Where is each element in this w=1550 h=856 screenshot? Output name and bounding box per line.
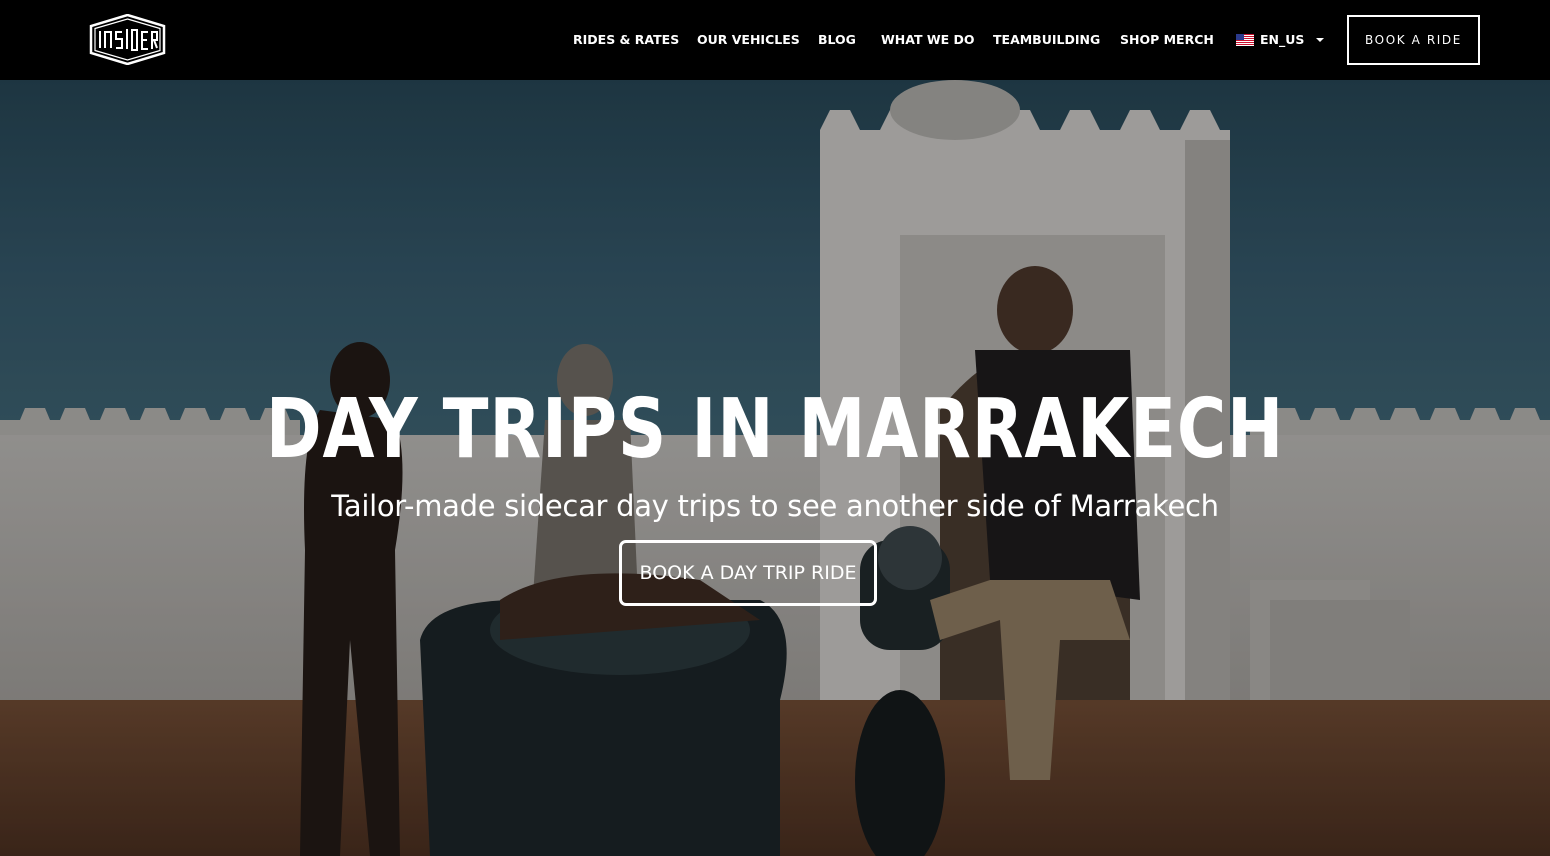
site-header: RIDES & RATES OUR VEHICLES BLOG WHAT WE …: [0, 0, 1550, 80]
nav-what-we-do[interactable]: WHAT WE DO: [881, 32, 975, 48]
hero-section: DAY TRIPS IN MARRAKECH Tailor-made sidec…: [0, 80, 1550, 856]
book-day-trip-button[interactable]: BOOK A DAY TRIP RIDE: [619, 540, 877, 606]
language-label: EN_US: [1260, 32, 1305, 47]
nav-shop-merch[interactable]: SHOP MERCH: [1120, 32, 1214, 48]
nav-rides-rates[interactable]: RIDES & RATES: [573, 32, 679, 48]
nav-blog[interactable]: BLOG: [818, 32, 856, 48]
nav-our-vehicles[interactable]: OUR VEHICLES: [697, 32, 800, 48]
hero-title: DAY TRIPS IN MARRAKECH: [265, 382, 1285, 477]
hero-subtitle: Tailor-made sidecar day trips to see ano…: [331, 489, 1219, 523]
book-a-ride-button[interactable]: BOOK A RIDE: [1347, 15, 1480, 65]
nav-teambuilding[interactable]: TEAMBUILDING: [993, 32, 1100, 48]
language-switcher[interactable]: EN_US: [1236, 32, 1325, 48]
us-flag-icon: [1236, 34, 1254, 46]
chevron-down-icon: [1316, 38, 1325, 42]
